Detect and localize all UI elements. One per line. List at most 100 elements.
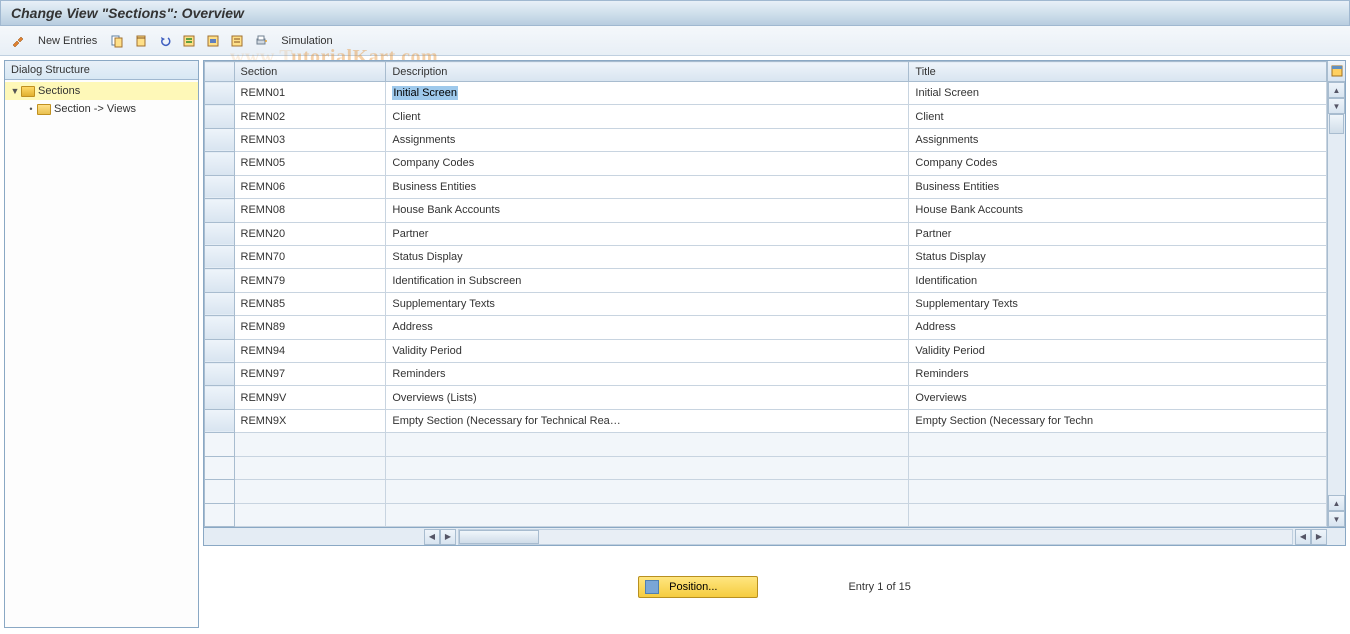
- cell-section[interactable]: REMN20: [234, 222, 386, 245]
- select-block-icon[interactable]: [203, 31, 223, 51]
- row-selector[interactable]: [205, 245, 235, 268]
- row-selector[interactable]: [205, 175, 235, 198]
- row-selector[interactable]: [205, 409, 235, 432]
- cell-section[interactable]: REMN9X: [234, 409, 386, 432]
- scroll-right-icon[interactable]: ▶: [440, 529, 456, 545]
- cell-title[interactable]: Initial Screen: [909, 82, 1327, 105]
- cell-description[interactable]: Identification in Subscreen: [386, 269, 909, 292]
- table-row[interactable]: REMN97RemindersReminders: [205, 363, 1327, 386]
- cell-description[interactable]: Status Display: [386, 245, 909, 268]
- cell-section[interactable]: REMN05: [234, 152, 386, 175]
- tree-node-section-views[interactable]: • Section -> Views: [5, 100, 198, 118]
- row-selector[interactable]: [205, 292, 235, 315]
- cell-section[interactable]: REMN79: [234, 269, 386, 292]
- cell-description[interactable]: Assignments: [386, 128, 909, 151]
- cell-description[interactable]: Supplementary Texts: [386, 292, 909, 315]
- cell-description[interactable]: Initial Screen: [386, 82, 909, 105]
- collapse-icon[interactable]: ▼: [9, 86, 21, 96]
- cell-section[interactable]: REMN08: [234, 199, 386, 222]
- cell-title[interactable]: Overviews: [909, 386, 1327, 409]
- scroll-up-icon[interactable]: ▲: [1328, 82, 1345, 98]
- tree-node-sections[interactable]: ▼ Sections: [5, 82, 198, 100]
- select-all-icon[interactable]: [179, 31, 199, 51]
- row-selector[interactable]: [205, 152, 235, 175]
- simulation-button[interactable]: Simulation: [275, 33, 338, 49]
- cell-title[interactable]: Partner: [909, 222, 1327, 245]
- cell-section[interactable]: REMN85: [234, 292, 386, 315]
- table-row[interactable]: REMN89AddressAddress: [205, 316, 1327, 339]
- table-row[interactable]: REMN08House Bank AccountsHouse Bank Acco…: [205, 199, 1327, 222]
- cell-title[interactable]: Assignments: [909, 128, 1327, 151]
- cell-section[interactable]: REMN97: [234, 363, 386, 386]
- position-button[interactable]: Position...: [638, 576, 758, 598]
- cell-title[interactable]: Status Display: [909, 245, 1327, 268]
- toggle-change-icon[interactable]: [8, 31, 28, 51]
- cell-title[interactable]: House Bank Accounts: [909, 199, 1327, 222]
- vertical-scrollbar[interactable]: ▲ ▼ ▲ ▼: [1327, 82, 1345, 527]
- scroll-left-icon[interactable]: ◀: [424, 529, 440, 545]
- undo-icon[interactable]: [155, 31, 175, 51]
- cell-title[interactable]: Business Entities: [909, 175, 1327, 198]
- cell-section[interactable]: REMN89: [234, 316, 386, 339]
- cell-description[interactable]: Reminders: [386, 363, 909, 386]
- table-row[interactable]: REMN70Status DisplayStatus Display: [205, 245, 1327, 268]
- row-selector[interactable]: [205, 199, 235, 222]
- copy-icon[interactable]: [107, 31, 127, 51]
- scroll-right2-icon[interactable]: ▶: [1311, 529, 1327, 545]
- row-selector[interactable]: [205, 316, 235, 339]
- cell-title[interactable]: Reminders: [909, 363, 1327, 386]
- deselect-all-icon[interactable]: [227, 31, 247, 51]
- table-row[interactable]: REMN9VOverviews (Lists)Overviews: [205, 386, 1327, 409]
- row-selector[interactable]: [205, 339, 235, 362]
- scroll-left2-icon[interactable]: ◀: [1295, 529, 1311, 545]
- cell-description[interactable]: Business Entities: [386, 175, 909, 198]
- cell-section[interactable]: REMN94: [234, 339, 386, 362]
- table-settings-icon[interactable]: [1327, 61, 1345, 82]
- column-header-title[interactable]: Title: [909, 62, 1327, 82]
- new-entries-button[interactable]: New Entries: [32, 33, 103, 49]
- row-selector[interactable]: [205, 269, 235, 292]
- cell-section[interactable]: REMN9V: [234, 386, 386, 409]
- table-row[interactable]: REMN01Initial ScreenInitial Screen: [205, 82, 1327, 105]
- cell-title[interactable]: Empty Section (Necessary for Techn: [909, 409, 1327, 432]
- cell-description[interactable]: Client: [386, 105, 909, 128]
- column-header-description[interactable]: Description: [386, 62, 909, 82]
- row-selector[interactable]: [205, 386, 235, 409]
- horizontal-scrollbar[interactable]: ◀ ▶ ◀ ▶: [203, 528, 1346, 546]
- scroll-down-icon[interactable]: ▼: [1328, 98, 1345, 114]
- cell-title[interactable]: Identification: [909, 269, 1327, 292]
- cell-title[interactable]: Client: [909, 105, 1327, 128]
- table-row[interactable]: REMN9XEmpty Section (Necessary for Techn…: [205, 409, 1327, 432]
- cell-title[interactable]: Validity Period: [909, 339, 1327, 362]
- row-selector[interactable]: [205, 105, 235, 128]
- table-row[interactable]: REMN05Company CodesCompany Codes: [205, 152, 1327, 175]
- table-row[interactable]: REMN03AssignmentsAssignments: [205, 128, 1327, 151]
- scroll-down2-icon[interactable]: ▼: [1328, 511, 1345, 527]
- cell-section[interactable]: REMN01: [234, 82, 386, 105]
- row-selector-header[interactable]: [205, 62, 235, 82]
- row-selector[interactable]: [205, 128, 235, 151]
- table-row[interactable]: REMN06Business EntitiesBusiness Entities: [205, 175, 1327, 198]
- cell-description[interactable]: Partner: [386, 222, 909, 245]
- cell-section[interactable]: REMN02: [234, 105, 386, 128]
- cell-description[interactable]: Validity Period: [386, 339, 909, 362]
- cell-title[interactable]: Company Codes: [909, 152, 1327, 175]
- table-row[interactable]: REMN20PartnerPartner: [205, 222, 1327, 245]
- cell-description[interactable]: Company Codes: [386, 152, 909, 175]
- table-row[interactable]: REMN02ClientClient: [205, 105, 1327, 128]
- row-selector[interactable]: [205, 222, 235, 245]
- delete-icon[interactable]: [131, 31, 151, 51]
- table-row[interactable]: REMN94Validity PeriodValidity Period: [205, 339, 1327, 362]
- row-selector[interactable]: [205, 82, 235, 105]
- table-row[interactable]: REMN79Identification in SubscreenIdentif…: [205, 269, 1327, 292]
- cell-description[interactable]: House Bank Accounts: [386, 199, 909, 222]
- row-selector[interactable]: [205, 363, 235, 386]
- scroll-up2-icon[interactable]: ▲: [1328, 495, 1345, 511]
- print-icon[interactable]: [251, 31, 271, 51]
- cell-title[interactable]: Address: [909, 316, 1327, 339]
- cell-section[interactable]: REMN06: [234, 175, 386, 198]
- cell-description[interactable]: Overviews (Lists): [386, 386, 909, 409]
- cell-section[interactable]: REMN03: [234, 128, 386, 151]
- table-row[interactable]: REMN85Supplementary TextsSupplementary T…: [205, 292, 1327, 315]
- cell-description[interactable]: Empty Section (Necessary for Technical R…: [386, 409, 909, 432]
